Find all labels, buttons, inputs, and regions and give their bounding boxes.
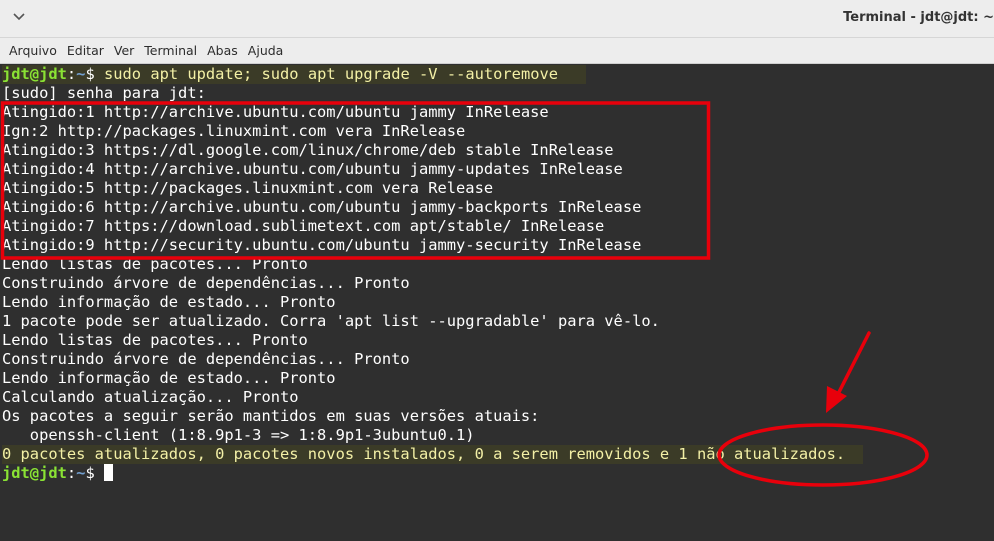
output-line: Atingido:7 https://download.sublimetext.… — [2, 217, 605, 235]
output-line: Lendo informação de estado... Pronto — [2, 369, 336, 387]
output-line: Lendo listas de pacotes... Pronto — [2, 331, 308, 349]
chevron-down-icon[interactable] — [11, 9, 27, 25]
output-line: Os pacotes a seguir serão mantidos em su… — [2, 407, 540, 425]
menu-ver[interactable]: Ver — [109, 39, 139, 63]
menu-ajuda[interactable]: Ajuda — [243, 39, 289, 63]
menu-abas[interactable]: Abas — [202, 39, 243, 63]
output-line: Ign:2 http://packages.linuxmint.com vera… — [2, 122, 466, 140]
menu-bar: Arquivo Editar Ver Terminal Abas Ajuda — [0, 38, 994, 64]
output-line: Atingido:3 https://dl.google.com/linux/c… — [2, 141, 614, 159]
command-line: jdt@jdt:~$ sudo apt update; sudo apt upg… — [2, 65, 587, 84]
summary-line: 0 pacotes atualizados, 0 pacotes novos i… — [2, 445, 864, 464]
prompt-symbol: $ — [85, 464, 104, 482]
output-line: Lendo listas de pacotes... Pronto — [2, 255, 308, 273]
menu-arquivo[interactable]: Arquivo — [4, 39, 62, 63]
prompt-symbol: $ — [85, 65, 104, 83]
text-cursor — [103, 464, 113, 481]
menu-terminal[interactable]: Terminal — [139, 39, 202, 63]
prompt-user-host: jdt@jdt — [2, 65, 67, 83]
output-line: [sudo] senha para jdt: — [2, 84, 206, 102]
prompt-colon: : — [66, 65, 77, 83]
output-line: Atingido:5 http://packages.linuxmint.com… — [2, 179, 494, 197]
output-line: 1 pacote pode ser atualizado. Corra 'apt… — [2, 312, 660, 330]
title-bar[interactable]: Terminal - jdt@jdt: ~ — [0, 0, 994, 38]
prompt-user-host: jdt@jdt — [2, 464, 67, 482]
output-line: Atingido:1 http://archive.ubuntu.com/ubu… — [2, 103, 549, 121]
output-line: Construindo árvore de dependências... Pr… — [2, 350, 410, 368]
menu-editar[interactable]: Editar — [62, 39, 109, 63]
command-text: sudo apt update; sudo apt upgrade -V --a… — [103, 65, 559, 83]
output-line: Lendo informação de estado... Pronto — [2, 293, 336, 311]
terminal-window: Terminal - jdt@jdt: ~ Arquivo Editar Ver… — [0, 0, 994, 541]
output-line: Atingido:4 http://archive.ubuntu.com/ubu… — [2, 160, 623, 178]
prompt-line[interactable]: jdt@jdt:~$ — [2, 464, 113, 483]
window-title: Terminal - jdt@jdt: ~ — [843, 10, 994, 25]
output-line: Construindo árvore de dependências... Pr… — [2, 274, 410, 292]
output-line: Calculando atualização... Pronto — [2, 388, 299, 406]
output-line: openssh-client (1:8.9p1-3 => 1:8.9p1-3ub… — [2, 426, 475, 444]
output-line: Atingido:9 http://security.ubuntu.com/ub… — [2, 236, 642, 254]
output-line: Atingido:6 http://archive.ubuntu.com/ubu… — [2, 198, 642, 216]
prompt-colon: : — [66, 464, 77, 482]
terminal-output[interactable]: jdt@jdt:~$ sudo apt update; sudo apt upg… — [0, 64, 994, 541]
